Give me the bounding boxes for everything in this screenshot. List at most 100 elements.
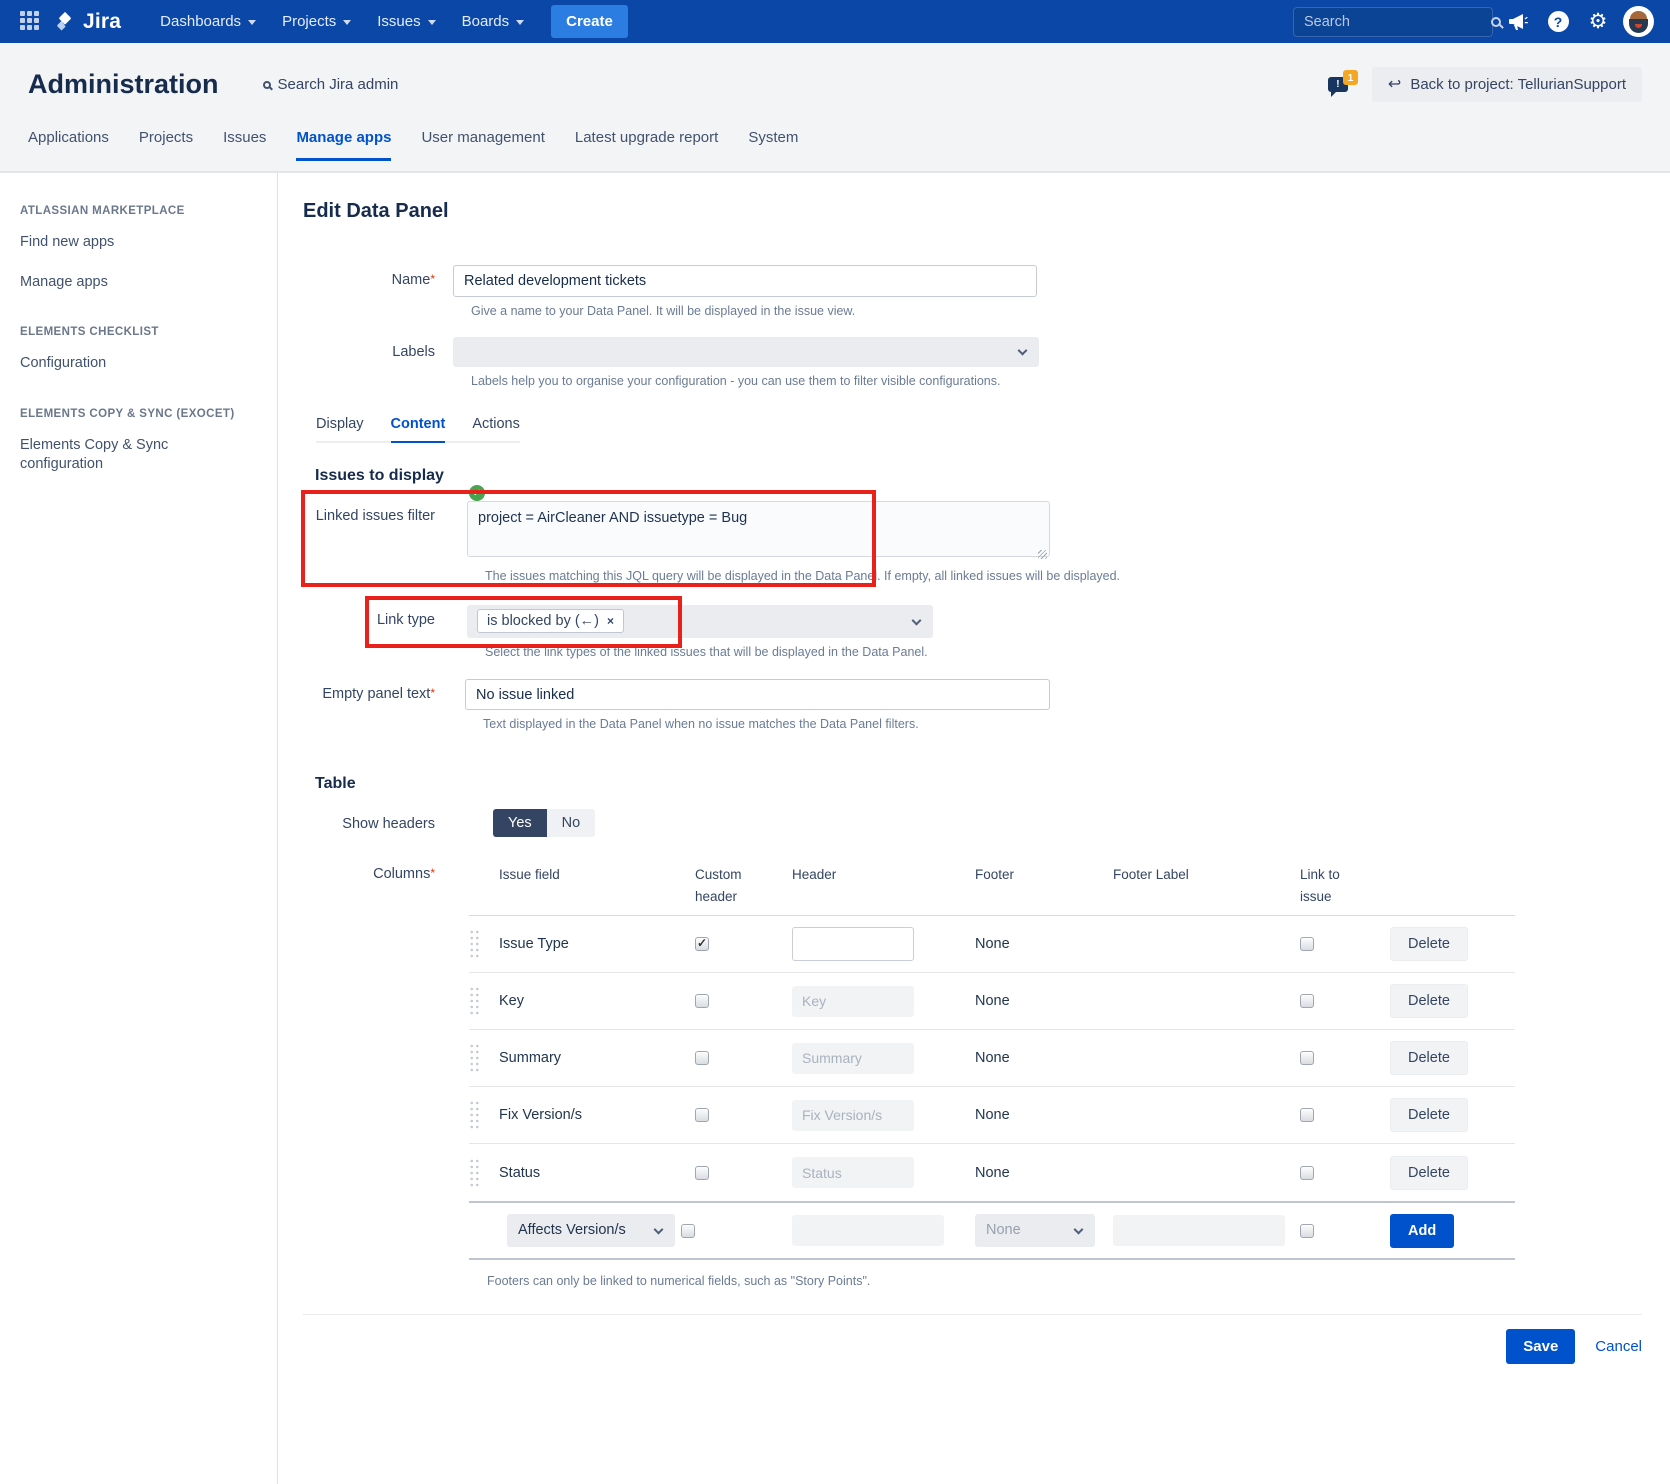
- delete-button[interactable]: Delete: [1390, 927, 1468, 961]
- drag-handle-icon[interactable]: [469, 986, 480, 1016]
- header-input[interactable]: [792, 1157, 914, 1188]
- tab-manage-apps[interactable]: Manage apps: [296, 129, 391, 161]
- admin-tab-bar: Applications Projects Issues Manage apps…: [28, 129, 1642, 161]
- back-to-project-button[interactable]: ↩ Back to project: TellurianSupport: [1372, 67, 1642, 102]
- remove-chip-icon[interactable]: ×: [607, 614, 614, 628]
- chevron-down-icon: [343, 20, 351, 25]
- header-input[interactable]: [792, 1215, 944, 1246]
- header-input[interactable]: [792, 927, 914, 961]
- user-avatar[interactable]: [1623, 6, 1654, 37]
- save-button[interactable]: Save: [1506, 1329, 1575, 1364]
- show-headers-no[interactable]: No: [547, 809, 596, 837]
- chevron-down-icon: [248, 20, 256, 25]
- tab-system[interactable]: System: [748, 129, 798, 161]
- settings-gear-icon[interactable]: ⚙: [1583, 7, 1613, 37]
- link-to-issue-checkbox[interactable]: [1300, 994, 1314, 1008]
- sidebar-item-configuration[interactable]: Configuration: [20, 354, 257, 374]
- drag-handle-icon[interactable]: [469, 1158, 480, 1188]
- resize-grip-icon[interactable]: [1038, 550, 1047, 559]
- link-to-issue-checkbox[interactable]: [1300, 1051, 1314, 1065]
- tab-projects[interactable]: Projects: [139, 129, 193, 161]
- help-icon[interactable]: ?: [1543, 7, 1573, 37]
- link-type-chip: is blocked by (←) ×: [477, 609, 624, 633]
- footer-value: None: [975, 1050, 1113, 1066]
- tab-actions[interactable]: Actions: [472, 416, 520, 441]
- empty-panel-text-label: Empty panel text*: [303, 679, 453, 710]
- header-input[interactable]: [792, 1100, 914, 1131]
- columns-label: Columns*: [303, 864, 453, 1260]
- show-headers-label: Show headers: [303, 809, 453, 837]
- create-button[interactable]: Create: [551, 5, 628, 38]
- tab-applications[interactable]: Applications: [28, 129, 109, 161]
- tab-issues[interactable]: Issues: [223, 129, 266, 161]
- admin-search[interactable]: Search Jira admin: [263, 76, 399, 93]
- jira-logo[interactable]: Jira: [54, 10, 121, 34]
- cancel-link[interactable]: Cancel: [1595, 1338, 1642, 1355]
- delete-button[interactable]: Delete: [1390, 984, 1468, 1018]
- linked-issues-filter-label: Linked issues filter: [303, 501, 453, 562]
- linked-issues-filter-textarea[interactable]: [467, 501, 1050, 557]
- name-field[interactable]: [453, 265, 1037, 297]
- tab-display[interactable]: Display: [316, 416, 364, 441]
- custom-header-checkbox[interactable]: [695, 937, 709, 951]
- drag-handle-icon[interactable]: [469, 929, 480, 959]
- link-to-issue-checkbox[interactable]: [1300, 1108, 1314, 1122]
- footer-select[interactable]: None: [975, 1214, 1095, 1247]
- chevron-down-icon: [516, 20, 524, 25]
- drag-handle-icon[interactable]: [469, 1100, 480, 1130]
- link-type-label: Link type: [303, 605, 453, 638]
- show-headers-toggle: Yes No: [493, 809, 595, 837]
- sidebar-item-elements-copy-sync-configuration[interactable]: Elements Copy & Sync configuration: [20, 436, 220, 475]
- tab-content[interactable]: Content: [391, 416, 446, 443]
- sidebar-item-manage-apps[interactable]: Manage apps: [20, 273, 257, 293]
- labels-select[interactable]: [453, 337, 1039, 367]
- top-navbar: Jira Dashboards Projects Issues Boards C…: [0, 0, 1670, 43]
- add-button[interactable]: Add: [1390, 1214, 1454, 1248]
- link-type-help-text: Select the link types of the linked issu…: [485, 645, 1642, 659]
- labels-label: Labels: [303, 337, 453, 367]
- app-switcher-icon[interactable]: [20, 11, 42, 33]
- jira-logo-icon: [54, 11, 76, 33]
- show-headers-yes[interactable]: Yes: [493, 809, 547, 837]
- nav-issues[interactable]: Issues: [364, 0, 448, 43]
- link-to-issue-checkbox[interactable]: [1300, 1166, 1314, 1180]
- header-input[interactable]: [792, 986, 914, 1017]
- col-header-link-to-issue: Link to issue: [1300, 864, 1358, 907]
- issue-field-select[interactable]: Affects Version/s: [507, 1214, 675, 1247]
- custom-header-checkbox[interactable]: [695, 1166, 709, 1180]
- empty-panel-text-field[interactable]: [465, 679, 1050, 710]
- link-type-select[interactable]: is blocked by (←) ×: [467, 605, 933, 638]
- required-asterisk: *: [430, 866, 435, 880]
- notifications-icon[interactable]: ! 1: [1326, 70, 1360, 100]
- chevron-down-icon: [1018, 346, 1028, 356]
- footers-footnote: Footers can only be linked to numerical …: [487, 1274, 1642, 1288]
- custom-header-checkbox[interactable]: [695, 1108, 709, 1122]
- global-search-input[interactable]: [1304, 14, 1491, 30]
- sidebar-section-elements-copy-sync: ELEMENTS COPY & SYNC (EXOCET): [20, 408, 257, 420]
- delete-button[interactable]: Delete: [1390, 1098, 1468, 1132]
- page-title: Administration: [28, 69, 219, 100]
- megaphone-icon[interactable]: [1503, 7, 1533, 37]
- custom-header-checkbox[interactable]: [695, 1051, 709, 1065]
- footer-label-input[interactable]: [1113, 1215, 1285, 1246]
- sidebar-item-find-new-apps[interactable]: Find new apps: [20, 233, 257, 253]
- col-header-custom-header: Custom header: [695, 864, 753, 907]
- tab-user-management[interactable]: User management: [421, 129, 544, 161]
- header-input[interactable]: [792, 1043, 914, 1074]
- delete-button[interactable]: Delete: [1390, 1156, 1468, 1190]
- jira-brand-name: Jira: [83, 10, 121, 34]
- required-asterisk: *: [430, 686, 435, 700]
- nav-boards[interactable]: Boards: [449, 0, 538, 43]
- delete-button[interactable]: Delete: [1390, 1041, 1468, 1075]
- custom-header-checkbox[interactable]: [681, 1224, 695, 1238]
- nav-dashboards[interactable]: Dashboards: [147, 0, 269, 43]
- global-search[interactable]: [1293, 7, 1493, 37]
- drag-handle-icon[interactable]: [469, 1043, 480, 1073]
- link-to-issue-checkbox[interactable]: [1300, 1224, 1314, 1238]
- custom-header-checkbox[interactable]: [695, 994, 709, 1008]
- nav-projects[interactable]: Projects: [269, 0, 364, 43]
- link-to-issue-checkbox[interactable]: [1300, 937, 1314, 951]
- table-row: Issue Type None Delete: [469, 916, 1515, 973]
- tab-latest-upgrade-report[interactable]: Latest upgrade report: [575, 129, 718, 161]
- footer-value: None: [975, 1165, 1113, 1181]
